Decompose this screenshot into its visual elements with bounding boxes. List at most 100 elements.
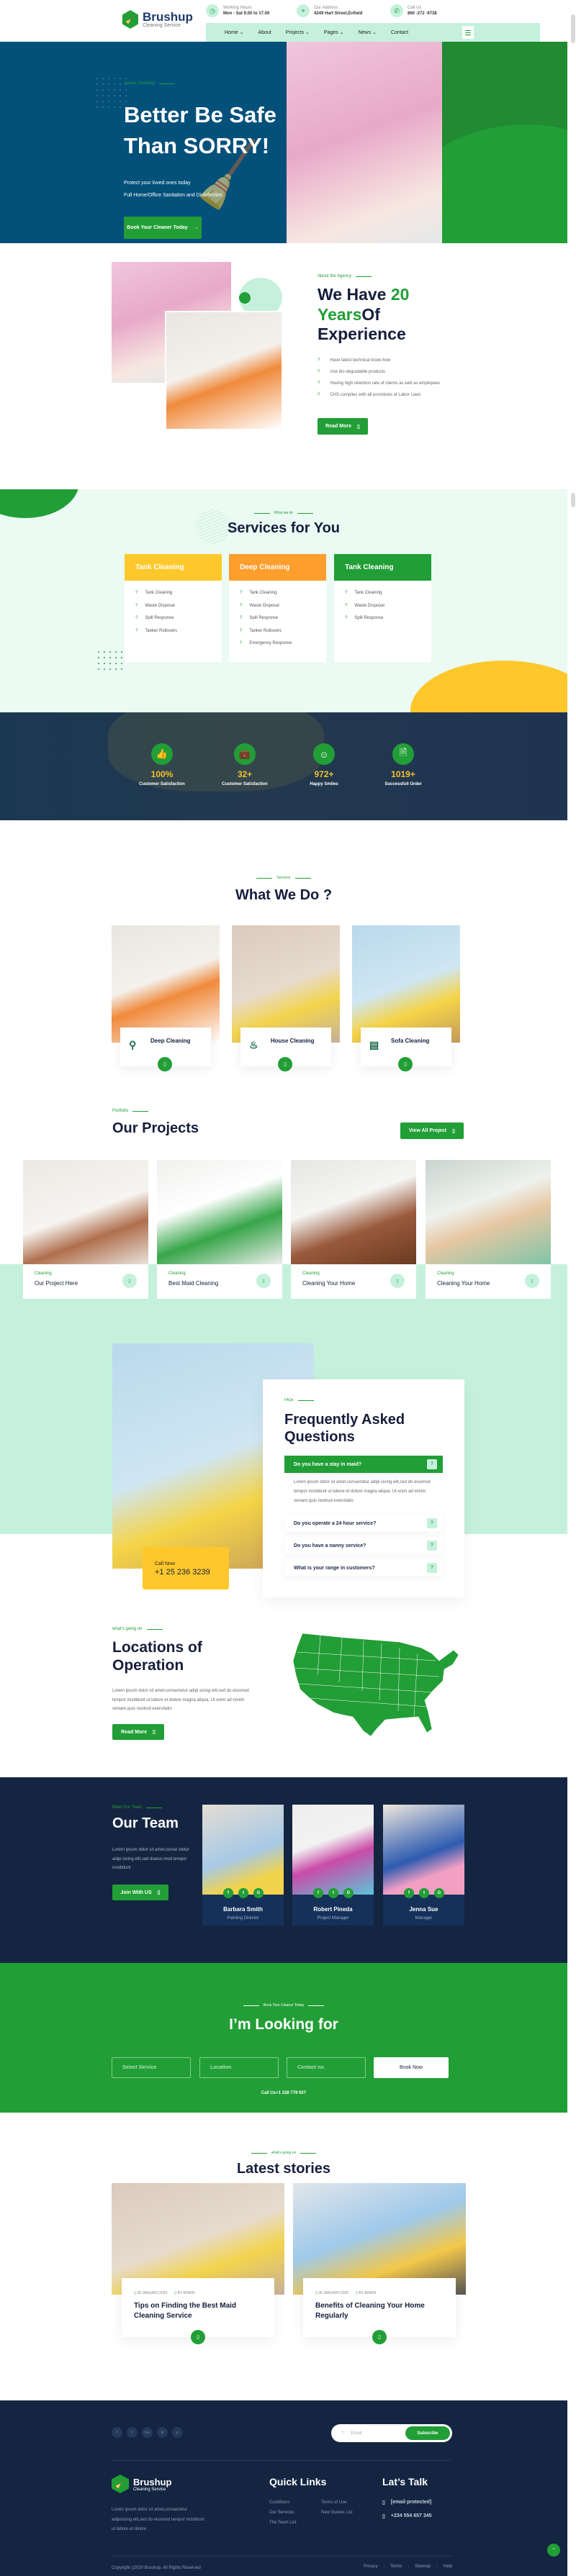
story-title[interactable]: Benefits of Cleaning Your Home Regularly: [315, 2301, 445, 2321]
eyebrow-text: Portfolio: [112, 1109, 129, 1113]
arrow-icon: ▯: [197, 2335, 199, 2340]
arrow-icon: ▯: [404, 1062, 407, 1067]
service-card[interactable]: Deep Cleaning ? Tank Cleaning ? Waste Disp…: [229, 554, 326, 662]
google-icon[interactable]: G: [343, 1888, 354, 1898]
stat-item: 🗎 1019+ Successfull Order: [360, 743, 446, 786]
nav-home[interactable]: Home ⌄: [225, 30, 243, 35]
sitemap-link[interactable]: Sitemap: [415, 2564, 431, 2569]
google-icon[interactable]: G: [434, 1888, 444, 1898]
page-scrollbar[interactable]: [571, 14, 575, 43]
location-field[interactable]: Location: [199, 2057, 279, 2078]
phone-icon: ▯: [382, 2514, 385, 2519]
service-item-text: Spill Response: [249, 616, 279, 620]
footer-link[interactable]: Conditions: [269, 2500, 289, 2505]
nav-contact[interactable]: Contact: [391, 30, 408, 35]
faq-question-open[interactable]: Do you have a stay in maid??: [284, 1456, 443, 1473]
story-card[interactable]: ▯ 28 JANUARY,2020 ▯ BY ADMIN Benefits of …: [293, 2183, 466, 2347]
twitter-icon[interactable]: t: [328, 1888, 338, 1898]
project-arrow-button[interactable]: ▯: [390, 1274, 405, 1288]
service-tile-arrow-button[interactable]: ▯: [158, 1057, 172, 1071]
section-scrollbar[interactable]: [571, 493, 575, 507]
team-member-card[interactable]: ftG Robert Pineda Project Manager: [292, 1805, 374, 1926]
twitter-icon[interactable]: t: [127, 2427, 138, 2438]
team-member-photo: [292, 1805, 374, 1895]
facebook-icon[interactable]: f: [404, 1888, 414, 1898]
service-tile[interactable]: ▤ Sofa Cleaning ▯: [352, 925, 460, 1071]
service-tile[interactable]: ⚲ Deep Cleaning ▯: [112, 925, 220, 1071]
member-name: Barbara Smith: [223, 1906, 263, 1913]
project-arrow-button[interactable]: ▯: [525, 1274, 539, 1288]
google-icon[interactable]: G: [253, 1888, 264, 1898]
stat-value: 100%: [150, 769, 174, 779]
faq-question-text: Do you have a nanny service?: [294, 1543, 366, 1548]
footer-link[interactable]: The Team List: [269, 2521, 297, 2525]
decor-dot: [239, 292, 251, 304]
nav-news[interactable]: News ⌄: [359, 30, 377, 35]
service-tile-arrow-button[interactable]: ▯: [278, 1057, 292, 1071]
footer-link[interactable]: Terms of Use: [321, 2500, 346, 2505]
locations-read-more-button[interactable]: Read More ▯: [112, 1724, 164, 1740]
book-now-button[interactable]: Book Now: [374, 2057, 449, 2078]
pinterest-icon[interactable]: p: [172, 2427, 183, 2438]
footer-link[interactable]: New Guests List: [321, 2511, 353, 2515]
select-service-field[interactable]: Select Service: [112, 2057, 191, 2078]
faq-question[interactable]: Do you operate a 24 hour service??: [284, 1515, 443, 1532]
scroll-to-top-button[interactable]: ⌃: [547, 2544, 560, 2557]
project-arrow-button[interactable]: ▯: [256, 1274, 271, 1288]
facebook-icon[interactable]: f: [223, 1888, 233, 1898]
hamburger-menu-icon[interactable]: [462, 26, 474, 39]
check-icon: ?: [135, 603, 138, 608]
twitter-icon[interactable]: t: [238, 1888, 248, 1898]
contact-number-field[interactable]: Contact no.: [287, 2057, 366, 2078]
broom-icon: 🧹: [112, 2475, 129, 2493]
brand-logo[interactable]: 🧹 Brushup Cleaning Service: [122, 10, 193, 29]
service-tile-arrow-button[interactable]: ▯: [398, 1057, 413, 1071]
call-now-box[interactable]: Call Now +1 25 236 3239: [143, 1547, 229, 1589]
twitter-icon[interactable]: t: [419, 1888, 429, 1898]
project-arrow-button[interactable]: ▯: [122, 1274, 137, 1288]
project-card[interactable]: Cleaning Best Maid Cleaning ▯: [157, 1160, 282, 1299]
help-link[interactable]: Help: [444, 2564, 452, 2569]
footer-link[interactable]: Our Services: [269, 2511, 294, 2515]
nav-about[interactable]: About: [258, 30, 271, 35]
footer-about: Lorem ipsum dolor sit amet,consectetur a…: [112, 2508, 204, 2531]
join-with-us-button[interactable]: Join With US ▯: [112, 1885, 168, 1900]
about-section: About the Agency We Have 20 YearsOf Expe…: [0, 243, 567, 489]
linkedin-icon[interactable]: in: [157, 2427, 168, 2438]
bullet-text: CHS complies with all provisions of Labo…: [330, 393, 421, 397]
google-plus-icon[interactable]: G+: [142, 2427, 153, 2438]
book-cleaner-button[interactable]: Book Your Cleaner Today →: [124, 217, 202, 239]
project-card[interactable]: Cleaning Cleaning Your Home ▯: [291, 1160, 416, 1299]
footer-brand[interactable]: 🧹 Brushup Cleaning Service: [112, 2475, 171, 2493]
view-all-projects-button[interactable]: View All Project ▯: [400, 1123, 464, 1139]
check-icon: ?: [135, 628, 138, 633]
team-member-card[interactable]: ftG Barbara Smith Painting Director: [202, 1805, 284, 1926]
team-member-photo: [202, 1805, 284, 1895]
email-input[interactable]: Email: [351, 2431, 361, 2436]
facebook-icon[interactable]: f: [313, 1888, 323, 1898]
faq-question[interactable]: What is your range in customers??: [284, 1559, 443, 1577]
story-arrow-button[interactable]: ▯: [372, 2330, 387, 2344]
service-tile[interactable]: ♨ House Cleaning ▯: [232, 925, 340, 1071]
story-title[interactable]: Tips on Finding the Best Maid Cleaning S…: [134, 2301, 264, 2321]
story-card[interactable]: ▯ 28 JANUARY,2020 ▯ BY ADMIN Tips on Find…: [112, 2183, 284, 2347]
footer-email[interactable]: ▯ [email protected]: [382, 2500, 431, 2505]
facebook-icon[interactable]: f: [112, 2427, 122, 2438]
project-card[interactable]: Cleaning Our Project Here ▯: [23, 1160, 148, 1299]
nav-pages[interactable]: Pages ⌄: [324, 30, 344, 35]
plunger-icon: ⚲: [129, 1039, 137, 1051]
footer-phone[interactable]: ▯ +234 554 657 345: [382, 2513, 432, 2519]
project-card[interactable]: Cleaning Cleaning Your Home ▯: [426, 1160, 551, 1299]
nav-projects[interactable]: Projects ⌄: [286, 30, 310, 35]
faq-question[interactable]: Do you have a nanny service??: [284, 1537, 443, 1554]
subscribe-button[interactable]: Subscribe: [405, 2426, 450, 2440]
about-read-more-button[interactable]: Read More ▯: [318, 418, 368, 435]
bullet-item: ? CHS complies with all provisions of Lab…: [318, 393, 440, 404]
team-member-card[interactable]: ftG Jenna Sue Manager: [383, 1805, 464, 1926]
story-arrow-button[interactable]: ▯: [191, 2330, 205, 2344]
privacy-link[interactable]: Privacy: [364, 2564, 378, 2569]
service-card[interactable]: Tank Cleaning ? Tank Cleaning ? Waste Disp…: [125, 554, 222, 662]
service-card[interactable]: Tank Cleaning ? Tank Cleaning ? Waste Disp…: [334, 554, 431, 662]
terms-link[interactable]: Terms: [390, 2564, 402, 2569]
bullet-item: ? Use bio degradable products: [318, 370, 440, 381]
